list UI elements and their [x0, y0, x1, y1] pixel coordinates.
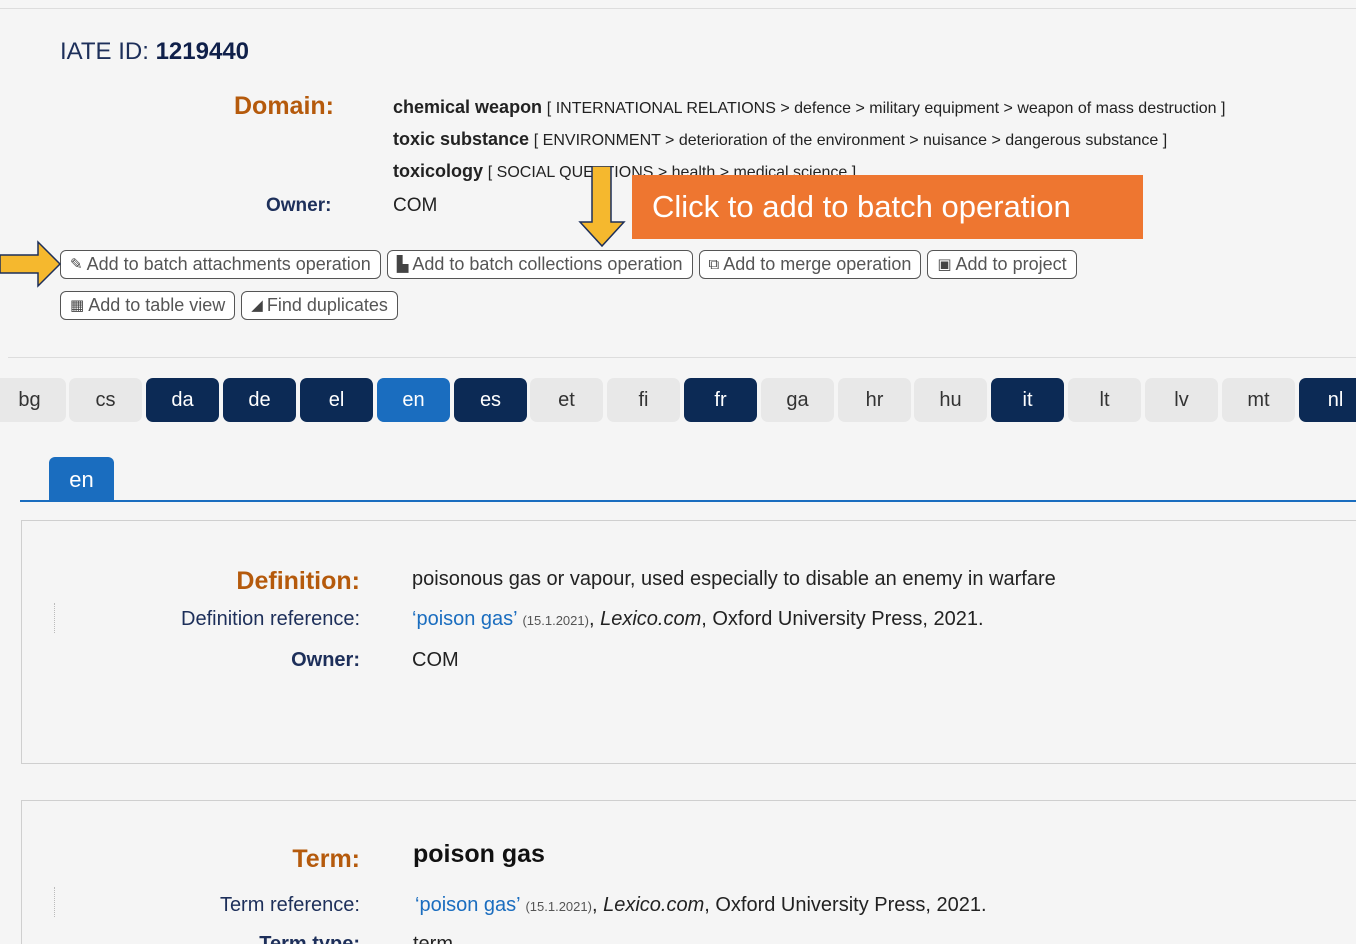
table-icon: ▦	[70, 297, 85, 314]
iate-id: IATE ID: 1219440	[60, 38, 249, 66]
term-reference-link[interactable]: ‘poison gas’	[415, 894, 520, 916]
lang-tab-et[interactable]: et	[530, 378, 603, 422]
language-section-underline	[20, 500, 1356, 502]
paperclip-icon: ✎	[70, 256, 83, 273]
lang-tab-en[interactable]: en	[377, 378, 450, 422]
term-value: poison gas	[413, 840, 545, 868]
owner-value: COM	[393, 195, 438, 216]
lang-tab-ga[interactable]: ga	[761, 378, 834, 422]
term-type-value: term	[413, 933, 453, 944]
iate-id-label: IATE ID:	[60, 38, 149, 65]
action-toolbar: ✎ Add to batch attachments operation ▙ A…	[60, 250, 1077, 279]
lang-tab-hr[interactable]: hr	[838, 378, 911, 422]
lang-tab-es[interactable]: es	[454, 378, 527, 422]
lang-tab-hu[interactable]: hu	[914, 378, 987, 422]
lang-tab-lv[interactable]: lv	[1145, 378, 1218, 422]
domain-label: Domain:	[234, 92, 334, 120]
term-label: Term:	[292, 845, 360, 873]
lang-tab-it[interactable]: it	[991, 378, 1064, 422]
top-divider	[0, 8, 1356, 9]
action-toolbar-row-2: ▦ Add to table view ◢ Find duplicates	[60, 291, 398, 320]
add-to-project-button[interactable]: ▣ Add to project	[927, 250, 1077, 279]
lang-tab-nl[interactable]: nl	[1299, 378, 1356, 422]
language-bar: bg cs da de el en es et fi fr ga hr hu i…	[0, 378, 1356, 422]
add-to-batch-attachments-button[interactable]: ✎ Add to batch attachments operation	[60, 250, 381, 279]
definition-reference-link[interactable]: ‘poison gas’	[412, 608, 517, 630]
definition-reference: ‘poison gas’ (15.1.2021), Lexico.com, Ox…	[412, 608, 984, 630]
section-divider	[8, 357, 1356, 358]
lang-tab-da[interactable]: da	[146, 378, 219, 422]
add-to-table-view-button[interactable]: ▦ Add to table view	[60, 291, 236, 320]
term-panel: Term: poison gas Term reference: ‘poison…	[21, 800, 1356, 944]
collection-icon: ▙	[396, 256, 409, 273]
project-icon: ▣	[937, 256, 952, 273]
iate-id-value: 1219440	[155, 38, 250, 65]
lang-tab-fr[interactable]: fr	[684, 378, 757, 422]
term-reference-label: Term reference:	[219, 894, 360, 916]
panel-guide	[54, 603, 55, 633]
domain-list: chemical weapon [ INTERNATIONAL RELATION…	[393, 92, 1225, 188]
add-to-merge-button[interactable]: ⧉ Add to merge operation	[698, 250, 922, 279]
definition-owner-value: COM	[412, 649, 459, 671]
lang-tab-bg[interactable]: bg	[0, 378, 66, 422]
domain-entry: chemical weapon [ INTERNATIONAL RELATION…	[393, 97, 1226, 117]
term-reference: ‘poison gas’ (15.1.2021), Lexico.com, Ox…	[415, 894, 987, 916]
lang-tab-de[interactable]: de	[223, 378, 296, 422]
panel-guide	[54, 887, 55, 917]
definition-panel: Definition: poisonous gas or vapour, use…	[21, 520, 1356, 764]
definition-owner-label: Owner:	[291, 649, 360, 671]
lang-tab-cs[interactable]: cs	[69, 378, 142, 422]
batch-operation-callout: Click to add to batch operation	[632, 175, 1143, 239]
lang-tab-lt[interactable]: lt	[1068, 378, 1141, 422]
add-to-batch-collections-button[interactable]: ▙ Add to batch collections operation	[386, 250, 693, 279]
eraser-icon: ◢	[251, 297, 263, 314]
definition-value: poisonous gas or vapour, used especially…	[412, 568, 1056, 590]
definition-label: Definition:	[236, 567, 360, 595]
owner-label: Owner:	[266, 195, 332, 216]
definition-reference-label: Definition reference:	[181, 608, 360, 630]
term-type-label: Term type:	[259, 933, 360, 944]
find-duplicates-button[interactable]: ◢ Find duplicates	[241, 291, 398, 320]
down-arrow-icon	[578, 166, 626, 248]
lang-tab-mt[interactable]: mt	[1222, 378, 1295, 422]
lang-tab-fi[interactable]: fi	[607, 378, 680, 422]
lang-tab-el[interactable]: el	[300, 378, 373, 422]
left-arrow-icon	[0, 240, 62, 288]
language-section-tab[interactable]: en	[49, 457, 114, 500]
domain-entry: toxic substance [ ENVIRONMENT > deterior…	[393, 129, 1168, 149]
merge-icon: ⧉	[708, 256, 720, 273]
